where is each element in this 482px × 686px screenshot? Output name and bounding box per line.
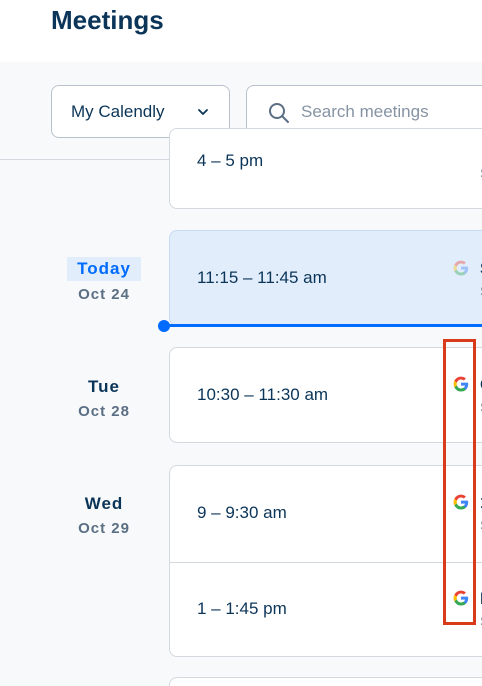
meeting-time: 1 – 1:45 pm (197, 599, 287, 618)
day-name: Tue (88, 377, 120, 396)
day-name: Wed (84, 494, 124, 513)
day-date: Oct 24 (78, 286, 130, 303)
day-date: Oct 28 (78, 403, 130, 420)
search-icon (269, 103, 289, 123)
meeting-row[interactable]: 9 – 9:30 am 1 S (170, 466, 482, 562)
meeting-time: 9 – 9:30 am (197, 503, 287, 522)
meeting-time: 11:15 – 11:45 am (197, 268, 327, 287)
highlight-box (443, 339, 476, 625)
day-label-wed: Wed Oct 29 (64, 494, 144, 537)
day-label-tue: Tue Oct 28 (64, 377, 144, 420)
search-input[interactable] (301, 98, 482, 126)
meeting-card[interactable]: 10:30 – 11:30 am C S (169, 347, 482, 443)
meeting-card-group: 9 – 9:30 am 1 S 1 – 1:45 pm I S (169, 465, 482, 657)
meeting-time: 4 – 5 pm (197, 151, 264, 170)
day-label-today: Today Oct 24 (64, 257, 144, 303)
meeting-card-today[interactable]: 11:15 – 11:45 am S S (169, 230, 482, 326)
today-badge: Today (67, 257, 141, 281)
page-header: Meetings (0, 0, 482, 62)
chevron-down-icon (198, 109, 208, 115)
current-time-dot (158, 320, 170, 332)
google-icon (453, 260, 469, 276)
page-title: Meetings (51, 5, 164, 35)
meeting-card[interactable] (169, 677, 482, 686)
calendar-select-label: My Calendly (71, 101, 165, 121)
meeting-time: 10:30 – 11:30 am (197, 385, 329, 404)
day-date: Oct 29 (78, 520, 130, 537)
meeting-card[interactable]: 4 – 5 pm S (169, 128, 482, 209)
current-time-line (165, 324, 482, 327)
meeting-row[interactable]: 1 – 1:45 pm I S (170, 563, 482, 658)
